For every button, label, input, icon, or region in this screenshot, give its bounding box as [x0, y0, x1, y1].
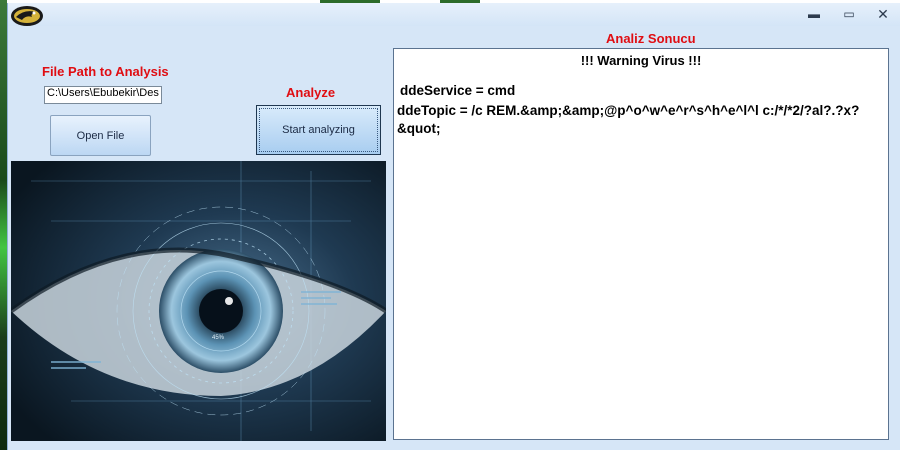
result-line-dde-topic: ddeTopic = /c REM.&amp;&amp;@p^o^w^e^r^s… [397, 103, 860, 136]
desktop-background [0, 0, 7, 450]
warning-text: !!! Warning Virus !!! [580, 53, 702, 68]
client-area: File Path to Analysis C:\Users\Ebubekir\… [8, 26, 900, 450]
result-textbox[interactable]: !!! Warning Virus !!! dde​Service = cmd … [393, 48, 889, 440]
percent-readout: 45% [212, 335, 225, 341]
start-analyzing-button[interactable]: Start analyzing [256, 105, 381, 155]
minimize-button[interactable]: ▬ [803, 6, 825, 22]
result-line-dde-service: dde​Service = cmd [400, 83, 516, 98]
close-button[interactable]: ✕ [872, 6, 894, 22]
file-path-input[interactable]: C:\Users\Ebubekir\Des [44, 86, 162, 104]
analyze-label: Analyze [286, 85, 336, 100]
cyber-eye-image: 45% [11, 161, 386, 441]
open-file-button[interactable]: Open File [50, 115, 151, 156]
result-title: Analiz Sonucu [606, 31, 696, 46]
file-path-label: File Path to Analysis [42, 64, 169, 79]
maximize-button[interactable]: ▭ [838, 6, 860, 22]
app-window: ▬ ▭ ✕ File Path to Analysis C:\Users\Ebu… [7, 3, 900, 450]
title-bar[interactable]: ▬ ▭ ✕ [8, 3, 900, 26]
eagle-logo-icon [11, 6, 43, 26]
